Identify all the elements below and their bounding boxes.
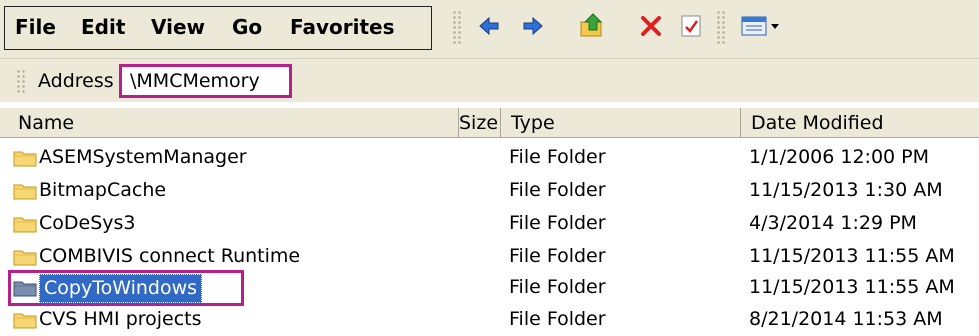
file-type: File Folder [509, 308, 606, 330]
column-header-row: Name Size Type Date Modified [0, 108, 979, 138]
forward-arrow-icon[interactable] [518, 10, 548, 42]
file-name: CoDeSys3 [39, 212, 136, 234]
file-type: File Folder [509, 212, 606, 234]
file-type: File Folder [509, 179, 606, 201]
address-input[interactable]: \MMCMemory [119, 64, 292, 98]
menu-view[interactable]: View [151, 15, 205, 39]
menu-favorites[interactable]: Favorites [290, 15, 395, 39]
file-name: CVS HMI projects [39, 308, 202, 330]
file-date: 1/1/2006 12:00 PM [749, 146, 930, 168]
folder-icon [13, 184, 37, 200]
file-date: 11/15/2013 11:55 AM [749, 276, 955, 298]
properties-icon[interactable] [676, 10, 706, 42]
address-label: Address [38, 70, 114, 92]
address-bar: Address \MMCMemory [0, 58, 979, 102]
folder-icon [13, 151, 37, 167]
file-type: File Folder [509, 245, 606, 267]
folder-icon [13, 217, 37, 233]
menu-bar: File Edit View Go Favorites [0, 0, 979, 58]
back-arrow-icon[interactable] [474, 10, 504, 42]
folder-icon [13, 313, 37, 329]
toolbar-grip-2[interactable] [716, 10, 726, 46]
list-item[interactable]: COMBIVIS connect Runtime File Folder 11/… [0, 240, 979, 273]
file-date: 8/21/2014 11:53 AM [749, 308, 943, 330]
toolbar-grip[interactable] [452, 10, 462, 46]
folder-icon [13, 281, 37, 297]
column-header-date[interactable]: Date Modified [741, 108, 979, 137]
file-date: 4/3/2014 1:29 PM [749, 212, 917, 234]
menu-box: File Edit View Go Favorites [4, 6, 432, 50]
file-name: ASEMSystemManager [39, 146, 247, 168]
menu-edit[interactable]: Edit [81, 15, 125, 39]
address-grip[interactable] [16, 69, 26, 95]
list-item[interactable]: CoDeSys3 File Folder 4/3/2014 1:29 PM [0, 207, 979, 240]
column-header-name[interactable]: Name [8, 108, 459, 137]
column-header-size[interactable]: Size [459, 108, 501, 137]
folder-icon [13, 250, 37, 266]
menu-go[interactable]: Go [232, 15, 262, 39]
list-item[interactable]: ASEMSystemManager File Folder 1/1/2006 1… [0, 141, 979, 174]
menu-file[interactable]: File [15, 15, 56, 39]
delete-icon[interactable] [636, 10, 666, 42]
file-type: File Folder [509, 276, 606, 298]
list-item[interactable]: CVS HMI projects File Folder 8/21/2014 1… [0, 303, 979, 336]
address-value: \MMCMemory [130, 70, 260, 92]
views-icon[interactable] [740, 10, 786, 42]
file-name: CopyToWindows [39, 274, 203, 303]
file-name: BitmapCache [39, 179, 167, 201]
up-folder-icon[interactable] [578, 10, 608, 42]
column-header-type[interactable]: Type [501, 108, 741, 137]
file-name: COMBIVIS connect Runtime [39, 245, 301, 267]
list-item[interactable]: BitmapCache File Folder 11/15/2013 1:30 … [0, 174, 979, 207]
file-date: 11/15/2013 11:55 AM [749, 245, 955, 267]
file-type: File Folder [509, 146, 606, 168]
list-item-selected[interactable]: CopyToWindows File Folder 11/15/2013 11:… [0, 270, 979, 306]
file-date: 11/15/2013 1:30 AM [749, 179, 943, 201]
